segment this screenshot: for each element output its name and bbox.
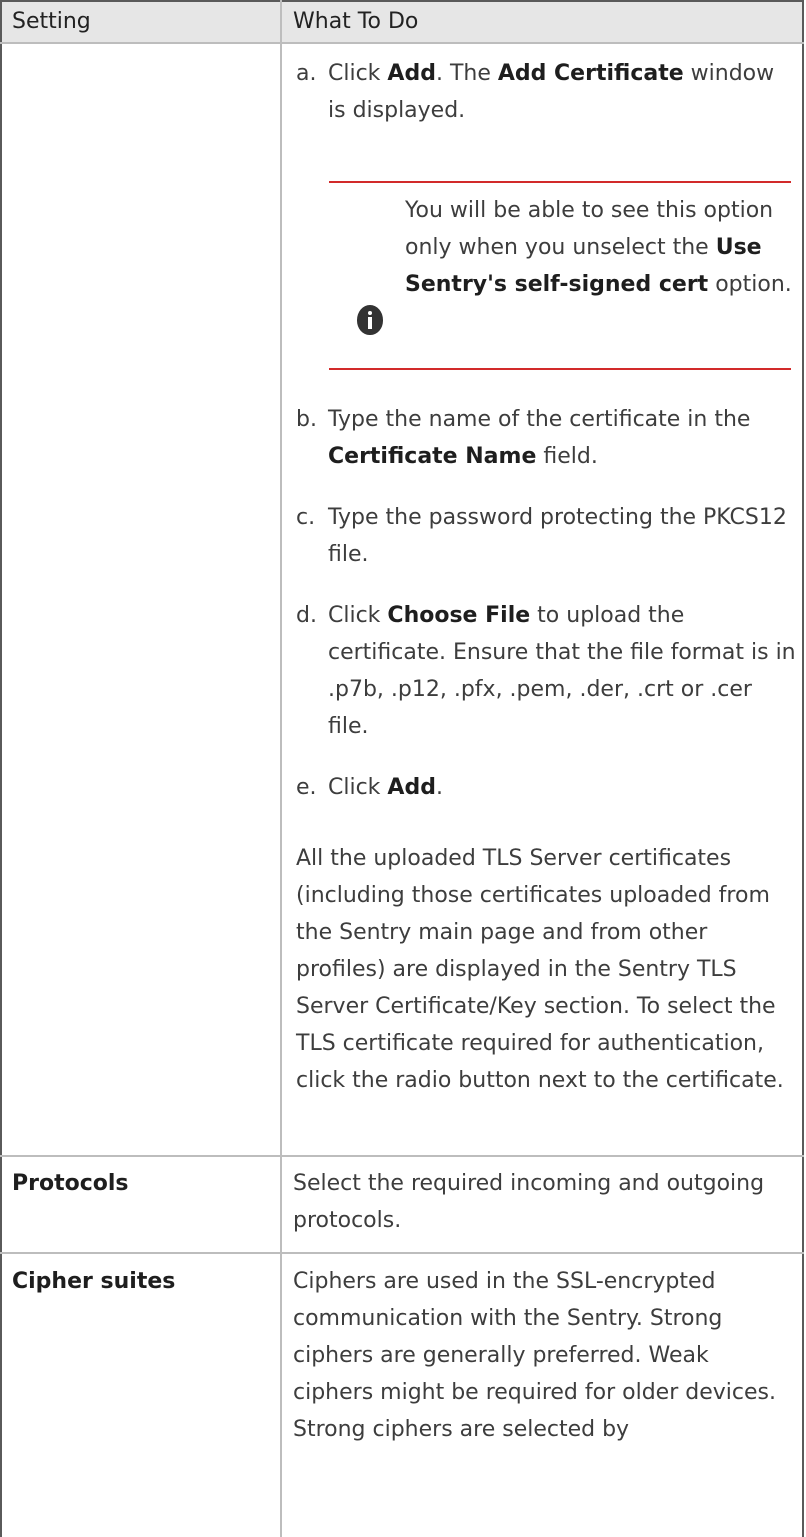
step-d: d. Click Choose File to upload the certi… <box>296 603 796 739</box>
step-c: c. Type the password protecting the PKCS… <box>296 505 787 567</box>
protocols-description: Select the required incoming and outgoin… <box>293 1171 765 1233</box>
header-what-to-do: What To Do <box>293 9 419 34</box>
note-top-rule <box>329 181 791 183</box>
step-e: e. Click Add. <box>296 775 443 800</box>
header-setting: Setting <box>12 9 91 34</box>
cipher-suites-description: Ciphers are used in the SSL-encrypted co… <box>293 1269 776 1442</box>
column-divider <box>280 0 282 1537</box>
step-a: a. Click Add. The Add Certificate window… <box>296 61 775 123</box>
info-icon <box>357 305 383 335</box>
row-separator <box>0 1252 804 1254</box>
setting-protocols: Protocols <box>12 1171 129 1196</box>
tls-certificates-paragraph: All the uploaded TLS Server certificates… <box>296 846 784 1093</box>
row-separator <box>0 1155 804 1157</box>
note-text: You will be able to see this option only… <box>405 198 792 297</box>
header-separator <box>0 42 804 44</box>
step-b: b. Type the name of the certificate in t… <box>296 407 751 469</box>
note-bottom-rule <box>329 368 791 370</box>
setting-cipher-suites: Cipher suites <box>12 1269 176 1294</box>
